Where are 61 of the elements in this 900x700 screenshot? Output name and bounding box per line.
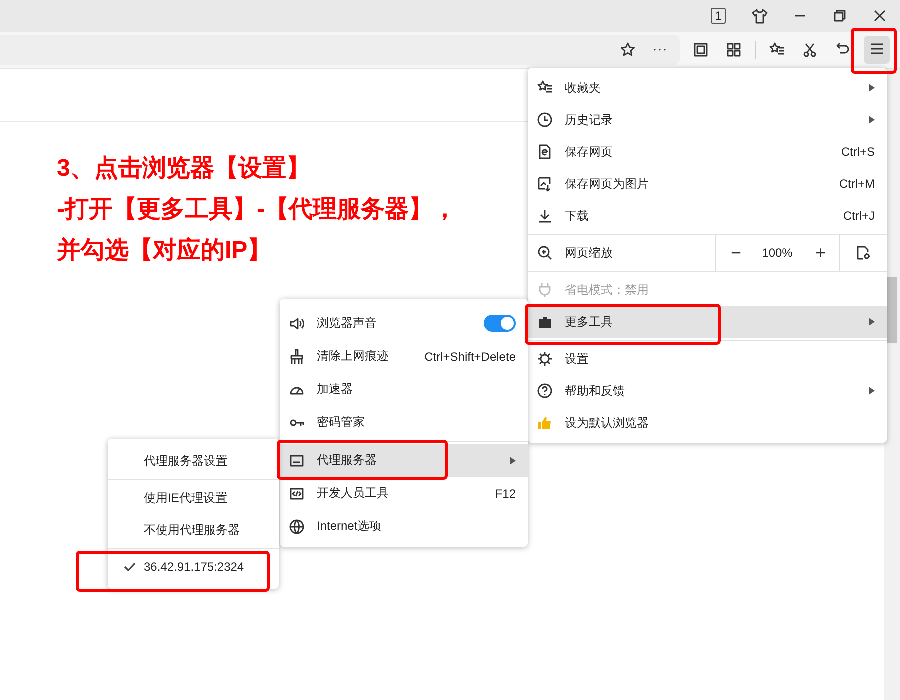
settings-icon	[537, 351, 553, 367]
menu-item[interactable]: 密码管家	[280, 406, 528, 439]
menu-item[interactable]: 代理服务器设置	[108, 445, 279, 477]
annotation-text: 并勾选【对应的IP】	[57, 236, 272, 266]
menu-item[interactable]: 清除上网痕迹 Ctrl+Shift+Delete	[280, 340, 528, 373]
briefcase-icon	[537, 314, 553, 330]
menu-item[interactable]: 开发人员工具 F12	[280, 477, 528, 510]
restore-icon[interactable]	[832, 8, 848, 24]
help-icon	[537, 383, 553, 399]
menu-item[interactable]: 浏览器声音	[280, 307, 528, 340]
zoom-in-icon	[537, 245, 553, 261]
submenu-arrow-icon	[869, 387, 875, 395]
menu-item[interactable]: 更多工具	[528, 306, 887, 338]
menu-item[interactable]: 代理服务器	[280, 444, 528, 477]
star-icon[interactable]	[620, 42, 636, 58]
menu-item[interactable]: 使用IE代理设置	[108, 482, 279, 514]
annotation-text: 3、点击浏览器【设置】	[57, 154, 310, 184]
menu-item[interactable]: 下载 Ctrl+J	[528, 200, 887, 232]
download-icon	[537, 208, 553, 224]
menu-item[interactable]: 保存网页 Ctrl+S	[528, 136, 887, 168]
menu-item[interactable]: 不使用代理服务器	[108, 514, 279, 546]
submenu-arrow-icon	[869, 116, 875, 124]
submenu-arrow-icon	[869, 84, 875, 92]
menu-item[interactable]: 加速器	[280, 373, 528, 406]
tab-count[interactable]: 1	[711, 8, 726, 24]
speaker-icon	[289, 316, 305, 332]
thumbs-up-icon	[537, 415, 553, 431]
menu-item[interactable]: 历史记录	[528, 104, 887, 136]
menu-icon	[869, 41, 885, 57]
broom-icon	[289, 348, 305, 364]
page-settings-icon[interactable]	[855, 245, 872, 261]
toggle-switch[interactable]	[484, 315, 516, 332]
menu-item[interactable]: 设置	[528, 343, 887, 375]
shirt-icon[interactable]	[752, 8, 768, 24]
proxy-icon	[289, 452, 305, 468]
menu-item[interactable]: 保存网页为图片 Ctrl+M	[528, 168, 887, 200]
reader-icon[interactable]	[693, 42, 709, 58]
code-icon	[289, 486, 305, 502]
menu-item[interactable]: 收藏夹	[528, 72, 887, 104]
scrollbar-thumb[interactable]	[887, 277, 897, 343]
image-download-icon	[537, 176, 553, 192]
page-icon	[537, 144, 553, 160]
grid-icon[interactable]	[726, 42, 742, 58]
globe-icon	[289, 518, 305, 534]
plug-icon	[537, 282, 553, 298]
annotation-text: -打开【更多工具】-【代理服务器】，	[57, 195, 457, 225]
highlight-frame	[851, 28, 897, 74]
menu-item[interactable]: 设为默认浏览器	[528, 407, 887, 439]
zoom-value: 100%	[761, 246, 794, 260]
zoom-out-button[interactable]: −	[718, 242, 755, 264]
scissors-icon[interactable]	[802, 42, 818, 58]
menu-label: 网页缩放	[565, 244, 614, 262]
clock-icon	[537, 112, 553, 128]
submenu-arrow-icon	[869, 318, 875, 326]
submenu-arrow-icon	[510, 456, 516, 464]
menu-item[interactable]: 36.42.91.175:2324	[108, 551, 279, 583]
close-icon[interactable]	[872, 8, 888, 24]
zoom-in-button[interactable]: +	[802, 242, 840, 264]
menu-item[interactable]: 帮助和反馈	[528, 375, 887, 407]
menu-button[interactable]	[864, 36, 890, 64]
menu-item[interactable]: Internet选项	[280, 510, 528, 543]
